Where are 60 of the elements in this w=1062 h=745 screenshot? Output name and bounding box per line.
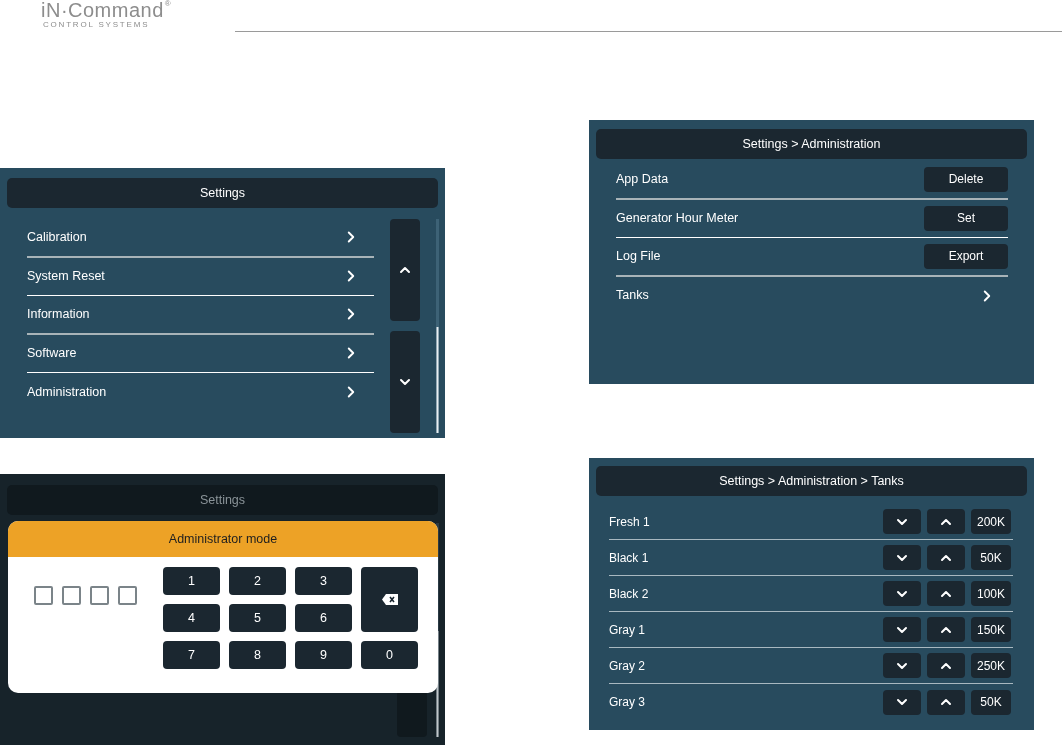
backspace-icon [381, 594, 398, 605]
keypad-key[interactable]: 3 [295, 567, 352, 595]
increase-button[interactable] [927, 689, 965, 715]
decrease-button[interactable] [883, 617, 921, 642]
decrease-button[interactable] [883, 581, 921, 606]
tank-value: 50K [971, 689, 1011, 715]
keypad-key[interactable]: 2 [229, 567, 286, 595]
tank-label: Fresh 1 [609, 513, 650, 531]
action-button[interactable]: Set [924, 205, 1008, 231]
keypad-key[interactable]: 1 [163, 567, 220, 595]
action-button[interactable]: Export [924, 243, 1008, 269]
menu-item[interactable]: Software [27, 334, 374, 373]
tank-value: 200K [971, 509, 1011, 534]
menu-item[interactable]: Information [27, 296, 374, 335]
increase-button[interactable] [927, 545, 965, 570]
keypad-key[interactable]: 9 [295, 641, 352, 669]
dialog-title: Administrator mode [8, 521, 438, 557]
menu-item[interactable]: System Reset [27, 257, 374, 296]
row-label: Log File [616, 247, 661, 265]
row-label: Tanks [616, 287, 649, 305]
screen-header: Settings [7, 178, 438, 208]
action-button[interactable]: Delete [924, 166, 1008, 192]
tank-value: 100K [971, 581, 1011, 606]
menu-item[interactable]: Administration [27, 373, 374, 412]
decrease-button[interactable] [883, 653, 921, 678]
row-label: Generator Hour Meter [616, 209, 739, 227]
logo-tagline: CONTROL SYSTEMS [42, 21, 151, 29]
backspace-button[interactable] [361, 567, 418, 632]
keypad-key[interactable]: 5 [229, 604, 286, 632]
decrease-button[interactable] [883, 545, 921, 570]
tank-label: Gray 1 [609, 621, 645, 639]
pin-box [118, 586, 137, 605]
tank-value: 150K [971, 617, 1011, 642]
pin-box [90, 586, 109, 605]
pin-box [62, 586, 81, 605]
screen-header: Settings [7, 485, 438, 515]
tank-label: Gray 2 [609, 657, 645, 675]
keypad-key[interactable]: 7 [163, 641, 220, 669]
decrease-button[interactable] [883, 689, 921, 715]
keypad-key[interactable]: 4 [163, 604, 220, 632]
screen-header: Settings > Administration [596, 129, 1027, 159]
increase-button[interactable] [927, 581, 965, 606]
menu-item[interactable]: Calibration [27, 219, 374, 258]
increase-button[interactable] [927, 509, 965, 534]
row-label: App Data [616, 170, 669, 188]
keypad-key[interactable]: 6 [295, 604, 352, 632]
registered-mark: ® [164, 0, 171, 8]
screen-header: Settings > Administration > Tanks [596, 466, 1027, 496]
increase-button[interactable] [927, 617, 965, 642]
keypad-key[interactable]: 0 [361, 641, 418, 669]
tank-label: Black 2 [609, 585, 649, 603]
logo-wordmark: iN·Command [41, 0, 164, 20]
pin-box [34, 586, 53, 605]
tank-value: 50K [971, 545, 1011, 570]
decrease-button[interactable] [883, 509, 921, 534]
tank-label: Gray 3 [609, 694, 645, 711]
increase-button[interactable] [927, 653, 965, 678]
tank-value: 250K [971, 653, 1011, 678]
keypad-key[interactable]: 8 [229, 641, 286, 669]
tank-label: Black 1 [609, 549, 649, 567]
